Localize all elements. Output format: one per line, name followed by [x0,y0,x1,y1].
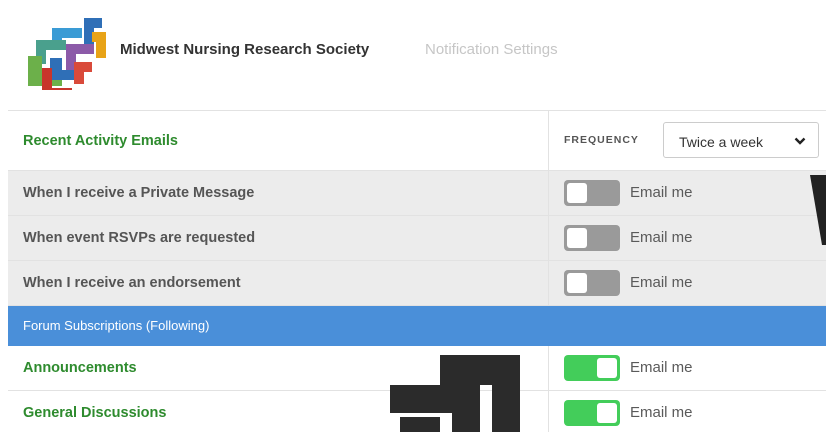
page-title: Notification Settings [425,41,558,58]
email-toggle[interactable] [564,400,620,426]
forum-label[interactable]: Announcements [23,360,137,376]
toggle-label: Email me [630,404,693,421]
toggle-cell: Email me [548,216,826,260]
email-toggle[interactable] [564,355,620,381]
toggle-knob [567,228,587,248]
toggle-label: Email me [630,359,693,376]
toggle-cell: Email me [548,391,826,432]
toggle-label: Email me [630,184,693,201]
msrs-logo-icon[interactable] [22,14,112,90]
forum-section-header: Forum Subscriptions (Following) [8,306,826,346]
frequency-select[interactable]: Twice a week [663,122,819,158]
page-header: Midwest Nursing Research Society Notific… [0,0,826,104]
toggle-knob [597,358,617,378]
frequency-value: Twice a week [679,134,764,150]
setting-label: When event RSVPs are requested [23,230,256,246]
toggle-label: Email me [630,229,693,246]
forum-section-title: Forum Subscriptions (Following) [23,318,210,333]
setting-row-private-message: When I receive a Private Message Email m… [8,171,826,216]
toggle-cell: Email me [548,346,826,390]
email-toggle[interactable] [564,180,620,206]
toggle-label: Email me [630,274,693,291]
toggle-knob [567,183,587,203]
frequency-cell: FREQUENCY Twice a week [548,111,826,170]
watermark-arrow-icon [390,355,520,432]
setting-row-event-rsvp: When event RSVPs are requested Email me [8,216,826,261]
email-toggle[interactable] [564,225,620,251]
org-name: Midwest Nursing Research Society [120,41,370,58]
watermark-shape [810,175,826,245]
activity-section-title: Recent Activity Emails [23,133,178,149]
toggle-knob [597,403,617,423]
setting-label: When I receive a Private Message [23,185,255,201]
frequency-label: FREQUENCY [564,134,639,146]
toggle-cell: Email me [548,171,826,215]
toggle-cell: Email me [548,261,826,305]
toggle-knob [567,273,587,293]
chevron-down-icon [794,137,806,145]
email-toggle[interactable] [564,270,620,296]
setting-row-endorsement: When I receive an endorsement Email me [8,261,826,306]
activity-header-row: Recent Activity Emails FREQUENCY Twice a… [8,111,826,171]
setting-label: When I receive an endorsement [23,275,241,291]
forum-label[interactable]: General Discussions [23,405,166,421]
